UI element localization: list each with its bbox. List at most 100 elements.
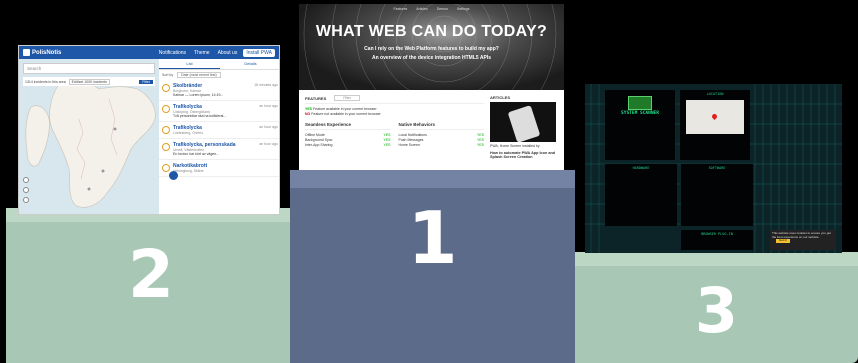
zoom-in-icon[interactable] bbox=[23, 177, 29, 183]
phone-icon bbox=[507, 105, 541, 143]
logo-icon bbox=[23, 49, 30, 56]
item-time: an hour ago bbox=[259, 125, 278, 129]
list-item[interactable]: Trafikolycka an hour ago Lindesberg, Öreb… bbox=[159, 122, 279, 139]
map-pin-icon bbox=[710, 112, 719, 121]
podium-first: 1 bbox=[290, 170, 575, 363]
location-map[interactable] bbox=[686, 100, 744, 134]
scanner-title: SYSTEM SCANNER bbox=[621, 111, 659, 116]
feature-status: YES bbox=[383, 143, 391, 147]
page-subtitle-2: An overview of the device integration HT… bbox=[371, 55, 491, 61]
list-tabs: List Details bbox=[159, 59, 279, 70]
app-header: PolisNotis Notifications Theme About us … bbox=[19, 46, 279, 59]
feature-group: Native Behaviors Local Notifications YES … bbox=[398, 122, 485, 148]
rank-one-label: 1 bbox=[407, 196, 458, 280]
features-legend: YES Feature available in your current br… bbox=[305, 107, 484, 117]
item-time: an hour ago bbox=[259, 142, 278, 146]
drug-icon bbox=[162, 164, 170, 172]
article-caption: PWA, Home Screen installed by bbox=[490, 144, 540, 148]
filter-select[interactable]: Edit/set 1000 incidents bbox=[68, 78, 110, 85]
legend-no-text: Feature not available in your current br… bbox=[311, 112, 381, 116]
article-link[interactable]: How to automate PWA App Icon and Splash … bbox=[490, 151, 560, 159]
item-location: Helsingborg, Skåne bbox=[173, 169, 204, 173]
list-item[interactable]: Trafikolycka an hour ago Linköping, Öster… bbox=[159, 101, 279, 122]
filter-bar: 1314 incidents in this area Edit/set 100… bbox=[23, 77, 155, 86]
hardware-panel: HARDWARE bbox=[605, 164, 677, 226]
app-name: PolisNotis bbox=[32, 49, 62, 56]
podium-collage: 2 3 1 PolisNotis Notifications Theme Abo… bbox=[0, 0, 858, 363]
legend-no-mark: NO bbox=[305, 112, 311, 116]
articles-heading: ARTICLES bbox=[490, 95, 510, 100]
list-item[interactable]: Trafikolycka, personskada an hour ago Ume… bbox=[159, 139, 279, 160]
podium-third-top bbox=[575, 252, 858, 266]
page-content: FEATURES Filter YES Feature available in… bbox=[299, 90, 564, 159]
page-subtitle: Can I rely on the Web Platform features … bbox=[364, 46, 499, 52]
page-title: WHAT WEB CAN DO TODAY? bbox=[315, 23, 548, 40]
features-section: FEATURES Filter YES Feature available in… bbox=[305, 95, 484, 159]
car-crash-icon bbox=[162, 105, 170, 113]
feature-group-title: Native Behaviors bbox=[398, 122, 484, 130]
software-heading: SOFTWARE bbox=[708, 166, 726, 170]
article-thumbnail[interactable] bbox=[490, 102, 556, 143]
locate-icon[interactable] bbox=[23, 197, 29, 203]
feature-row[interactable]: Inter-App Sharing YES bbox=[305, 143, 391, 148]
screenshot-webpage: Features Articles Demos Settings WHAT WE… bbox=[299, 4, 564, 170]
zoom-out-icon[interactable] bbox=[23, 187, 29, 193]
location-heading: LOCATION bbox=[706, 92, 724, 96]
sort-control: Sort by Date (most recent first) bbox=[159, 70, 279, 80]
nav-articles[interactable]: Articles bbox=[416, 7, 427, 11]
sort-label: Sort by bbox=[162, 73, 174, 77]
site-nav: Features Articles Demos Settings bbox=[299, 4, 564, 11]
software-panel: SOFTWARE bbox=[681, 164, 753, 226]
features-filter-input[interactable]: Filter bbox=[334, 95, 361, 101]
podium-second: 2 bbox=[6, 208, 296, 363]
chip-icon bbox=[628, 96, 652, 110]
list-item[interactable]: Skolbränder 18 minutes ago Borgholm, Kalm… bbox=[159, 80, 279, 101]
legend-yes-text: Feature available in your current browse… bbox=[313, 107, 377, 111]
incident-list-panel: List Details Sort by Date (most recent f… bbox=[159, 59, 279, 214]
map-view[interactable]: Search 1314 incidents in this area Edit/… bbox=[19, 59, 159, 214]
feature-group: Seamless Experience Offline Mode YES Back… bbox=[305, 122, 391, 148]
cookie-accept-button[interactable]: Got it! bbox=[776, 238, 791, 243]
cookie-banner: This website uses cookies to ensure you … bbox=[770, 230, 836, 250]
item-time: 18 minutes ago bbox=[254, 83, 278, 87]
feature-label: Inter-App Sharing bbox=[305, 143, 333, 147]
rank-three-label: 3 bbox=[694, 274, 739, 347]
nav-settings[interactable]: Settings bbox=[457, 7, 470, 11]
feature-row[interactable]: Home Screen YES bbox=[399, 143, 485, 148]
feature-label: Home Screen bbox=[398, 143, 420, 147]
incident-count: 1314 incidents in this area bbox=[25, 79, 66, 84]
podium-first-top bbox=[290, 170, 575, 188]
sort-select[interactable]: Date (most recent first) bbox=[177, 72, 221, 78]
podium-third: 3 bbox=[575, 252, 858, 363]
tab-details[interactable]: Details bbox=[220, 59, 279, 69]
install-button[interactable]: Install PWA bbox=[243, 48, 275, 57]
browser-plugin-heading: BROWSER PLUG-IN bbox=[701, 232, 733, 236]
item-description: Kalmar — Lorem ipsum, 14:19... bbox=[173, 93, 224, 97]
nav-about[interactable]: About us bbox=[218, 50, 238, 56]
tab-list[interactable]: List bbox=[159, 59, 220, 69]
item-location: Lindesberg, Örebro bbox=[173, 131, 204, 135]
item-description: En fordon har kört av vägen... bbox=[173, 152, 220, 156]
features-heading: FEATURES bbox=[305, 95, 327, 101]
car-crash-icon bbox=[162, 143, 170, 151]
hero-banner: Features Articles Demos Settings WHAT WE… bbox=[299, 4, 564, 90]
car-crash-icon bbox=[162, 126, 170, 134]
nav-features[interactable]: Features bbox=[393, 7, 407, 11]
browser-plugin-panel: BROWSER PLUG-IN bbox=[681, 230, 753, 250]
fire-icon bbox=[162, 84, 170, 92]
legend-yes-mark: YES bbox=[305, 107, 313, 111]
search-input[interactable]: Search bbox=[23, 63, 155, 74]
item-description: Två personbilar ska ha kolliderat... bbox=[173, 114, 227, 118]
location-panel: LOCATION bbox=[680, 90, 750, 160]
nav-theme[interactable]: Theme bbox=[194, 50, 210, 56]
app-logo[interactable]: PolisNotis bbox=[23, 49, 61, 56]
screenshot-system-scanner: SYSTEM SCANNER LOCATION HARDWARE SOFTWAR… bbox=[585, 84, 842, 253]
nav-notifications[interactable]: Notifications bbox=[159, 50, 186, 56]
filter-button[interactable]: Filter bbox=[139, 79, 153, 84]
item-time: an hour ago bbox=[259, 104, 278, 108]
collapse-panel-icon[interactable] bbox=[169, 171, 178, 180]
articles-section: ARTICLES PWA, Home Screen installed by H… bbox=[490, 95, 560, 159]
feature-group-title: Seamless Experience bbox=[305, 122, 391, 130]
screenshot-map-app: PolisNotis Notifications Theme About us … bbox=[18, 45, 280, 215]
nav-demos[interactable]: Demos bbox=[437, 7, 448, 11]
